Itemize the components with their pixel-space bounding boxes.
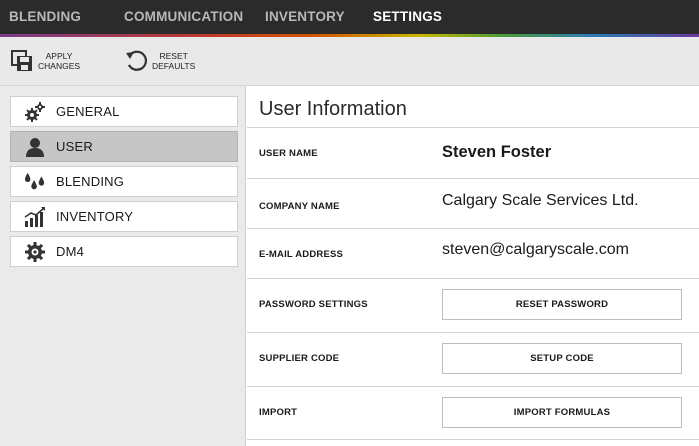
import-formulas-button[interactable]: IMPORT FORMULAS <box>442 397 682 428</box>
row-email: E-MAIL ADDRESS steven@calgaryscale.com <box>247 228 699 278</box>
gear-icon <box>24 241 46 263</box>
reset-password-button[interactable]: RESET PASSWORD <box>442 289 682 320</box>
reset-line1: RESET <box>159 51 188 61</box>
reset-defaults-label: RESET DEFAULTS <box>152 51 195 71</box>
row-import: IMPORT IMPORT FORMULAS <box>247 386 699 440</box>
sidebar-item-dm4[interactable]: DM4 <box>10 236 238 267</box>
tab-communication[interactable]: COMMUNICATION <box>124 0 243 34</box>
apply-changes-label: APPLY CHANGES <box>38 51 80 71</box>
company-name-value: Calgary Scale Services Ltd. <box>442 192 639 209</box>
setup-code-button[interactable]: SETUP CODE <box>442 343 682 374</box>
row-user-name: USER NAME Steven Foster <box>247 127 699 178</box>
sidebar-item-label: GENERAL <box>56 104 120 119</box>
sidebar-item-label: BLENDING <box>56 174 125 189</box>
tab-blending[interactable]: BLENDING <box>9 0 81 34</box>
sidebar-item-user[interactable]: USER <box>10 131 238 162</box>
user-name-value: Steven Foster <box>442 143 552 161</box>
settings-sidebar: GENERAL USER BLENDING INVENTORY DM4 <box>0 86 246 446</box>
bar-chart-icon <box>24 206 46 228</box>
sidebar-item-blending[interactable]: BLENDING <box>10 166 238 197</box>
page-title: User Information <box>259 98 407 120</box>
password-settings-label: PASSWORD SETTINGS <box>259 299 368 310</box>
save-icon <box>10 49 34 73</box>
sidebar-item-label: USER <box>56 139 93 154</box>
user-name-label: USER NAME <box>259 148 318 159</box>
email-label: E-MAIL ADDRESS <box>259 249 344 260</box>
import-label: IMPORT <box>259 407 298 418</box>
undo-icon <box>124 49 148 73</box>
tab-inventory[interactable]: INVENTORY <box>265 0 345 34</box>
user-information-panel: User Information USER NAME Steven Foster… <box>247 86 699 446</box>
row-password-settings: PASSWORD SETTINGS RESET PASSWORD <box>247 278 699 332</box>
reset-defaults-button[interactable]: RESET DEFAULTS <box>124 37 195 85</box>
email-value: steven@calgaryscale.com <box>442 241 629 258</box>
sidebar-item-inventory[interactable]: INVENTORY <box>10 201 238 232</box>
row-company-name: COMPANY NAME Calgary Scale Services Ltd. <box>247 178 699 228</box>
user-icon <box>24 136 46 158</box>
supplier-code-label: SUPPLIER CODE <box>259 353 340 364</box>
top-navigation: BLENDING COMMUNICATION INVENTORY SETTING… <box>0 0 699 34</box>
row-supplier-code: SUPPLIER CODE SETUP CODE <box>247 332 699 386</box>
reset-line2: DEFAULTS <box>152 61 196 71</box>
toolbar: APPLY CHANGES RESET DEFAULTS <box>0 37 699 86</box>
company-name-label: COMPANY NAME <box>259 201 340 212</box>
gears-icon <box>24 101 46 123</box>
apply-line2: CHANGES <box>38 61 81 71</box>
sidebar-item-label: INVENTORY <box>56 209 134 224</box>
drops-icon <box>24 171 46 193</box>
tab-settings[interactable]: SETTINGS <box>373 0 442 34</box>
sidebar-item-label: DM4 <box>56 244 85 259</box>
sidebar-item-general[interactable]: GENERAL <box>10 96 238 127</box>
apply-changes-button[interactable]: APPLY CHANGES <box>10 37 80 85</box>
apply-line1: APPLY <box>45 51 73 61</box>
